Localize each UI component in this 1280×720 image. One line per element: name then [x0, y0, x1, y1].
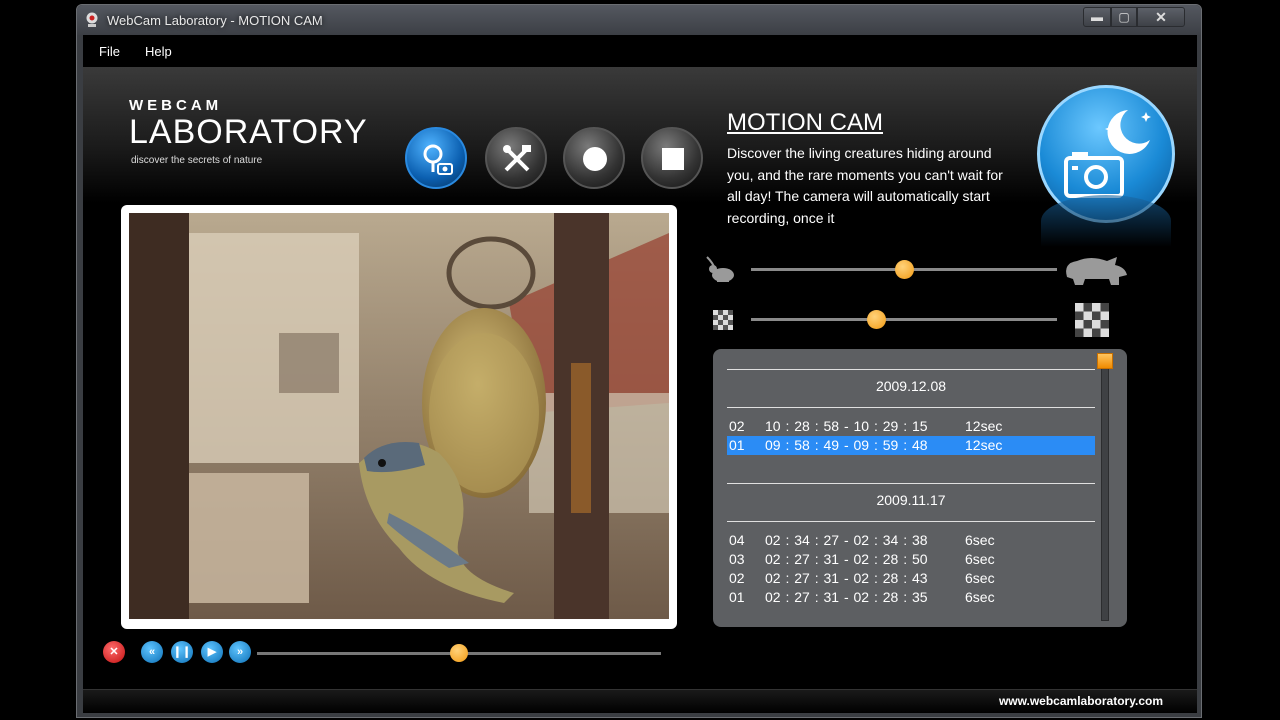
tools-icon: [503, 145, 531, 172]
recording-time-range: 02 : 34 : 27 - 02 : 34 : 38: [765, 532, 928, 548]
recording-time-range: 02 : 27 : 31 - 02 : 28 : 43: [765, 570, 928, 586]
camera-preview-image: [129, 213, 669, 619]
recording-number: 04: [729, 532, 745, 548]
large-checker-icon: [1075, 303, 1109, 337]
footer-bar: www.webcamlaboratory.com: [83, 689, 1197, 713]
pause-button[interactable]: ❙❙: [171, 641, 193, 663]
rewind-button[interactable]: «: [141, 641, 163, 663]
mouse-icon: [706, 256, 734, 282]
recording-number: 02: [729, 570, 745, 586]
title-bar[interactable]: WebCam Laboratory - MOTION CAM ▬ ▢ ✕: [77, 5, 1201, 35]
record-button[interactable]: [563, 127, 625, 189]
mode-description: Discover the living creatures hiding aro…: [727, 145, 1003, 226]
date-group-header: 2009.12.08: [875, 378, 947, 394]
menu-help[interactable]: Help: [145, 44, 172, 59]
fast-forward-button[interactable]: »: [229, 641, 251, 663]
minimize-button[interactable]: ▬: [1083, 7, 1111, 27]
recording-duration: 6sec: [965, 532, 995, 548]
night-camera-icon: [1064, 110, 1151, 198]
seek-thumb[interactable]: [450, 644, 468, 662]
logo-laboratory-text: LABORATORY: [129, 113, 368, 151]
stop-button[interactable]: [641, 127, 703, 189]
sensitivity-thumb[interactable]: [895, 260, 914, 279]
list-divider: [727, 407, 1095, 408]
mode-badge-reflection: [1041, 195, 1171, 247]
list-divider: [727, 483, 1095, 484]
date-group-header: 2009.11.17: [876, 492, 946, 508]
recording-row[interactable]: 02 10 : 28 : 58 - 10 : 29 : 15 12sec: [727, 417, 1095, 436]
search-camera-icon: [423, 144, 453, 175]
recording-number: 02: [729, 418, 745, 434]
recording-row[interactable]: 04 02 : 34 : 27 - 02 : 34 : 38 6sec: [727, 531, 1095, 550]
recording-row[interactable]: 03 02 : 27 : 31 - 02 : 28 : 50 6sec: [727, 550, 1095, 569]
recording-time-range: 09 : 58 : 49 - 09 : 59 : 48: [765, 437, 928, 453]
quality-slider-row: [703, 301, 1133, 337]
recording-row[interactable]: 01 02 : 27 : 31 - 02 : 28 : 35 6sec: [727, 588, 1095, 607]
tools-button[interactable]: [485, 127, 547, 189]
rhino-icon: [1066, 257, 1127, 285]
list-divider: [727, 369, 1095, 370]
small-checker-icon: [713, 310, 733, 330]
recording-row-selected[interactable]: 01 09 : 58 : 49 - 09 : 59 : 48 12sec: [727, 436, 1095, 455]
list-divider: [727, 521, 1095, 522]
recordings-list[interactable]: 2009.12.08 02 10 : 28 : 58 - 10 : 29 : 1…: [713, 349, 1127, 627]
recording-time-range: 10 : 28 : 58 - 10 : 29 : 15: [765, 418, 928, 434]
recording-duration: 6sec: [965, 589, 995, 605]
recording-row[interactable]: 02 02 : 27 : 31 - 02 : 28 : 43 6sec: [727, 569, 1095, 588]
client-area: File Help WEBCAM LABORATORY discover the…: [83, 35, 1197, 713]
recording-number: 03: [729, 551, 745, 567]
maximize-button[interactable]: ▢: [1111, 7, 1137, 27]
play-button[interactable]: ▶: [201, 641, 223, 663]
menu-file[interactable]: File: [99, 44, 120, 59]
stop-icon: [662, 148, 684, 170]
recording-time-range: 02 : 27 : 31 - 02 : 28 : 35: [765, 589, 928, 605]
logo-tagline: discover the secrets of nature: [131, 155, 263, 166]
recording-duration: 12sec: [965, 437, 1003, 453]
record-icon: [583, 147, 607, 171]
sensitivity-slider-row: [703, 251, 1133, 287]
list-scrollbar[interactable]: [1101, 355, 1109, 621]
menu-bar: File Help: [83, 35, 1197, 67]
quality-thumb[interactable]: [867, 310, 887, 329]
playback-bar: ✕ « ❙❙ ▶ »: [97, 639, 667, 667]
logo-webcam-text: WEBCAM: [129, 97, 223, 114]
recording-duration: 12sec: [965, 418, 1003, 434]
close-button[interactable]: ✕: [1137, 7, 1185, 27]
app-window: WebCam Laboratory - MOTION CAM ▬ ▢ ✕ Fil…: [76, 4, 1202, 718]
delete-button[interactable]: ✕: [103, 641, 125, 663]
website-link[interactable]: www.webcamlaboratory.com: [999, 694, 1163, 708]
webcam-app-icon: [86, 12, 98, 27]
recording-duration: 6sec: [965, 570, 995, 586]
header-banner: WEBCAM LABORATORY discover the secrets o…: [83, 67, 1197, 226]
list-scrollbar-thumb[interactable]: [1097, 353, 1113, 369]
recording-number: 01: [729, 437, 745, 453]
recording-duration: 6sec: [965, 551, 995, 567]
motion-cam-tool-button[interactable]: [405, 127, 467, 189]
mode-title[interactable]: MOTION CAM: [727, 109, 883, 137]
window-title: WebCam Laboratory - MOTION CAM: [107, 13, 323, 28]
recording-time-range: 02 : 27 : 31 - 02 : 28 : 50: [765, 551, 928, 567]
recording-number: 01: [729, 589, 745, 605]
quality-track[interactable]: [751, 318, 1057, 321]
